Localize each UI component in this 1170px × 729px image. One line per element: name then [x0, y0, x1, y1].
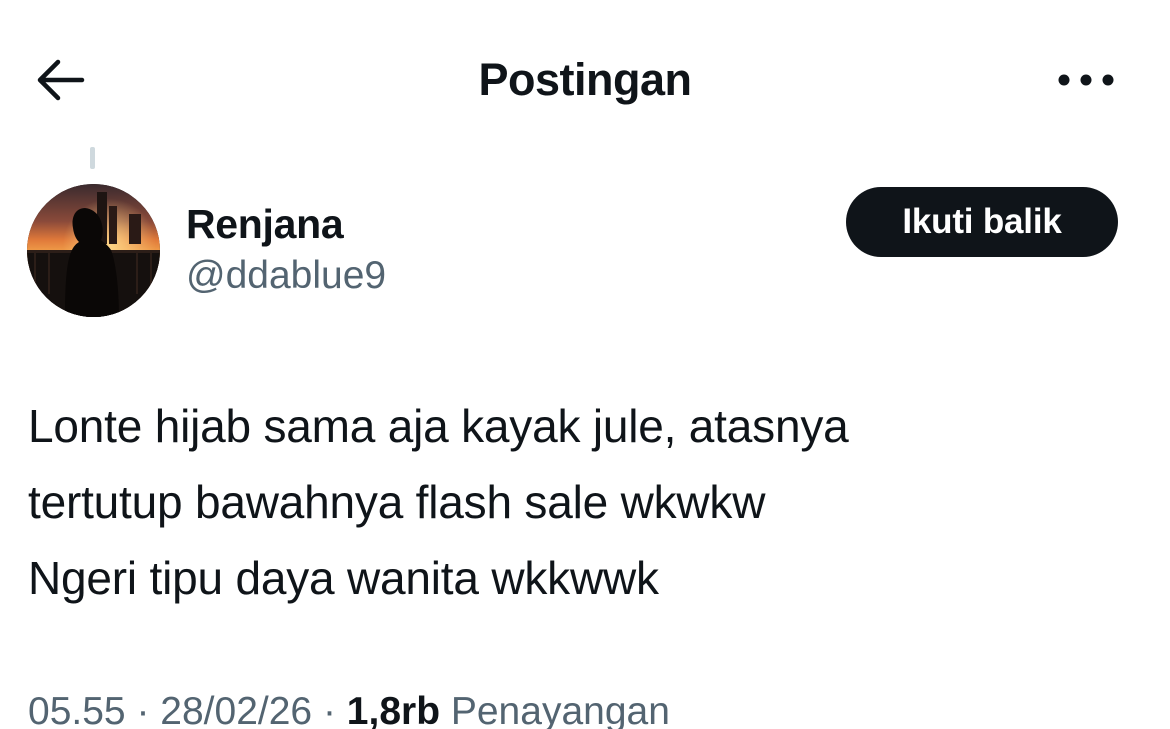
tweet-line: Lonte hijab sama aja kayak jule, atasnya: [28, 400, 849, 452]
thread-connector-line: [90, 147, 95, 169]
author-display-name[interactable]: Renjana: [186, 200, 344, 248]
separator-dot: ·: [136, 690, 150, 729]
views-count: 1,8rb: [346, 690, 441, 729]
post-screen: Postingan Renjana @ddablue9 Ikuti balik …: [0, 0, 1170, 729]
author-handle[interactable]: @ddablue9: [186, 252, 386, 300]
page-title: Postingan: [478, 54, 692, 105]
tweet-body: Lonte hijab sama aja kayak jule, atasnya…: [28, 388, 1138, 616]
top-bar: Postingan: [0, 0, 1170, 160]
tweet-meta: 05.55 · 28/02/26 · 1,8rb Penayangan: [28, 686, 670, 729]
more-horizontal-icon: [1058, 74, 1114, 86]
tweet-line: Ngeri tipu daya wanita wkkwwk: [28, 552, 659, 604]
follow-back-button[interactable]: Ikuti balik: [846, 187, 1118, 257]
views-label: Penayangan: [450, 690, 670, 729]
sunset-silhouette-avatar-image: [27, 184, 160, 317]
more-options-button[interactable]: [1050, 55, 1122, 105]
tweet-line: tertutup bawahnya flash sale wkwkw: [28, 476, 766, 528]
separator-dot: ·: [322, 690, 336, 729]
tweet-time[interactable]: 05.55: [28, 690, 126, 729]
avatar[interactable]: [27, 184, 160, 317]
tweet-date[interactable]: 28/02/26: [160, 690, 312, 729]
